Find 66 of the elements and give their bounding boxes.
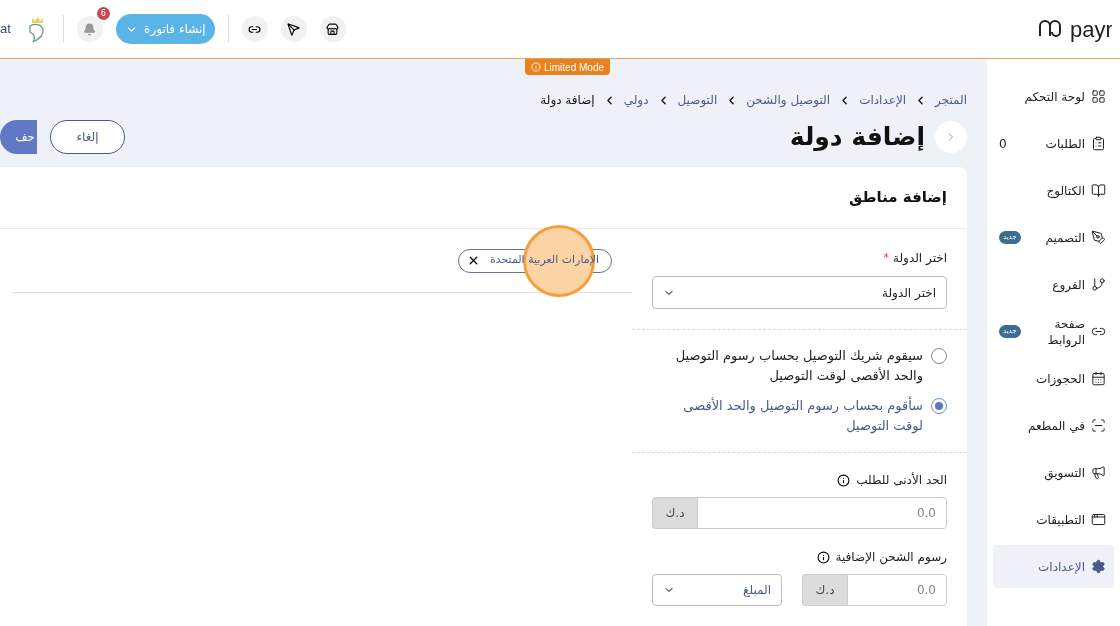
country-select[interactable]: اختر الدولة <box>652 276 947 309</box>
calendar-icon <box>1091 371 1106 386</box>
breadcrumb-link[interactable]: الإعدادات <box>859 91 907 109</box>
sidebar-item[interactable]: الكتالوج <box>993 169 1114 212</box>
page-title: إضافة دولة <box>789 121 925 154</box>
info-icon <box>837 473 851 487</box>
sidebar-label: لوحة التحكم <box>1023 88 1085 105</box>
field-label: اختر الدولة <box>893 250 947 267</box>
card-title: إضافة مناطق <box>848 187 947 209</box>
sidebar-label: في المطعم <box>1026 417 1085 434</box>
breadcrumb-link[interactable]: التوصيل والشحن <box>746 91 831 109</box>
branch-icon <box>1091 277 1106 292</box>
notifications-button[interactable] <box>76 16 103 42</box>
amount-field[interactable]: 0.0 <box>697 497 947 529</box>
sidebar-label: صفحة الروابط <box>1046 315 1085 348</box>
sidebar-label: التسويق <box>1043 464 1085 481</box>
info-icon <box>531 62 541 72</box>
sidebar-label: التطبيقات <box>1035 511 1085 528</box>
radio-label: سيقوم شريك التوصيل بحساب رسوم التوصيل والحد الأقصى لوقت التوصيل <box>674 347 923 386</box>
book-icon <box>1091 183 1106 198</box>
sidebar-label: الإعدادات <box>1037 558 1085 575</box>
sidebar-label: الفروع <box>1051 276 1085 293</box>
notification-count: 6 <box>96 7 110 20</box>
sidebar-item[interactable]: الحجوزات <box>993 357 1114 400</box>
field-label: الحد الأدنى للطلب <box>856 471 947 489</box>
megaphone-icon <box>1091 465 1106 480</box>
breadcrumb-link[interactable]: المتجر <box>935 91 967 109</box>
field-label: رسوم الشحن الإضافية <box>835 549 947 566</box>
sidebar-label: الحجوزات <box>1034 370 1085 387</box>
store-button[interactable] <box>319 16 346 42</box>
settings-icon <box>1091 559 1106 574</box>
link-button[interactable] <box>241 16 268 42</box>
send-icon <box>287 22 301 36</box>
breadcrumb-link[interactable]: التوصيل <box>677 91 718 109</box>
sidebar-label: التصميم <box>1044 229 1085 246</box>
fee-type-select[interactable]: المبلغ <box>652 574 782 606</box>
bell-icon <box>83 22 97 36</box>
sidebar-item[interactable]: لوحة التحكم <box>993 75 1114 118</box>
required-mark: * <box>883 249 889 266</box>
store-icon <box>326 22 340 36</box>
save-button[interactable]: حف <box>0 120 37 154</box>
amount-field[interactable]: 0.0 <box>847 574 947 606</box>
sidebar-item[interactable]: الفروع <box>993 263 1114 306</box>
order-count: 0 <box>999 135 1007 153</box>
sidebar-item[interactable]: التسويق <box>993 451 1114 494</box>
store-name: at <box>0 20 11 39</box>
currency-addon: د.ك <box>802 574 847 606</box>
currency-addon: د.ك <box>652 497 697 529</box>
sidebar-item[interactable]: في المطعم <box>993 404 1114 447</box>
grid-icon <box>1091 89 1106 104</box>
info-icon <box>816 550 830 564</box>
app-window-icon <box>1091 512 1106 527</box>
limited-mode-badge: Limited Mode <box>525 59 611 75</box>
sidebar-label: الطلبات <box>1044 135 1085 152</box>
sidebar-item[interactable]: التطبيقات <box>993 498 1114 541</box>
scan-icon <box>1091 418 1106 433</box>
radio-label: سأقوم بحساب رسوم التوصيل والحد الأقصى لوقت التوصيل <box>682 396 923 436</box>
sidebar-label: الكتالوج <box>1045 182 1085 199</box>
logo-icon <box>1036 18 1064 40</box>
cancel-button[interactable]: إلغاء <box>50 120 125 154</box>
logo-text: payr <box>1070 15 1112 44</box>
sidebar-item[interactable]: الإعدادات <box>993 545 1114 588</box>
clipboard-icon <box>1091 136 1106 151</box>
send-button[interactable] <box>280 16 307 42</box>
breadcrumb-link[interactable]: دولي <box>623 91 649 109</box>
pen-tool-icon <box>1091 230 1106 245</box>
